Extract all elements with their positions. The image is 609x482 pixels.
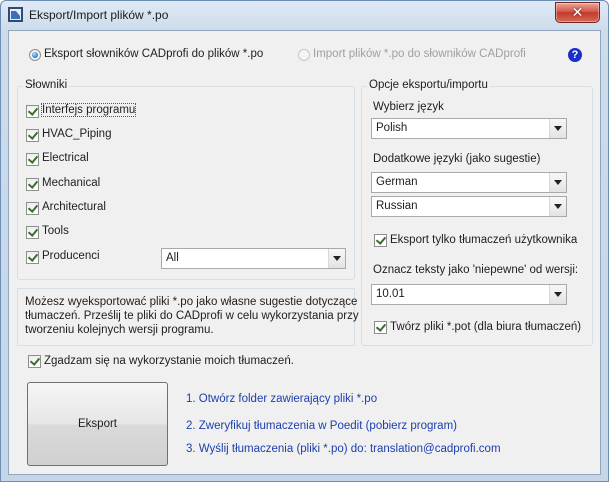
options-group-title: Opcje eksportu/importu [367,79,490,91]
close-button[interactable]: ✕ [555,2,600,23]
export-mode-label[interactable]: Eksport słowników CADprofi do plików *.p… [44,48,263,60]
pot-label[interactable]: Twórz pliki *.pot (dla biura tłumaczeń) [390,321,581,333]
version-select[interactable]: 10.01 [371,284,567,305]
extra-languages-label: Dodatkowe języki (jako sugestie) [373,153,541,165]
language-label: Wybierz język [373,101,444,113]
extra-language-2-select[interactable]: Russian [371,196,567,217]
poedit-link[interactable]: 2. Zweryfikuj tłumaczenia w Poedit (pobi… [186,420,457,432]
language-select-value: Polish [376,122,408,134]
dict-checkbox-electrical[interactable] [26,153,39,166]
dictionaries-group-title: Słowniki [23,79,70,91]
export-button[interactable]: Eksport [27,382,168,466]
agree-label[interactable]: Zgadzam się na wykorzystanie moich tłuma… [44,355,294,367]
dict-label-producers[interactable]: Producenci [42,250,100,262]
dict-label-electrical[interactable]: Electrical [42,152,89,164]
window-title: Eksport/Import plików *.po [29,8,169,22]
import-mode-label[interactable]: Import plików *.po do słowników CADprofi [313,48,526,60]
only-user-label[interactable]: Eksport tylko tłumaczeń użytkownika [390,234,577,246]
dict-label-mechanical[interactable]: Mechanical [42,177,100,189]
dict-checkbox-interface[interactable] [26,105,39,118]
send-translations-link[interactable]: 3. Wyślij tłumaczenia (pliki *.po) do: t… [186,443,501,455]
import-mode-radio[interactable] [298,49,310,61]
extra-language-1-value: German [376,176,418,188]
chevron-down-icon[interactable] [549,285,566,304]
dialog-window: Eksport/Import plików *.po ✕ Eksport sło… [0,0,609,482]
language-select[interactable]: Polish [371,118,567,139]
producers-select-value: All [166,252,179,264]
chevron-down-icon[interactable] [549,197,566,216]
help-icon[interactable]: ? [568,48,582,62]
open-folder-link[interactable]: 1. Otwórz folder zawierający pliki *.po [186,393,377,405]
info-line-3: tworzeniu kolejnych wersji programu. [25,324,214,336]
dialog-client-area: Eksport słowników CADprofi do plików *.p… [8,30,601,475]
dict-checkbox-mechanical[interactable] [26,178,39,191]
app-icon [8,7,23,22]
extra-language-1-select[interactable]: German [371,172,567,193]
info-line-2: tłumaczeń. Prześlij te pliki do CADprofi… [25,310,359,322]
dict-checkbox-producers[interactable] [26,251,39,264]
only-user-checkbox[interactable] [374,234,387,247]
dict-label-interface[interactable]: Interfejs programu [40,103,137,117]
dict-checkbox-hvac[interactable] [26,129,39,142]
dict-label-architectural[interactable]: Architectural [42,201,106,213]
chevron-down-icon[interactable] [549,119,566,138]
dict-checkbox-architectural[interactable] [26,202,39,215]
chevron-down-icon[interactable] [328,249,345,268]
close-icon: ✕ [571,4,584,20]
version-select-value: 10.01 [376,288,405,300]
pot-checkbox[interactable] [374,321,387,334]
dict-label-hvac[interactable]: HVAC_Piping [42,128,111,140]
producers-select[interactable]: All [161,248,346,269]
chevron-down-icon[interactable] [549,173,566,192]
uncertain-version-label: Oznacz teksty jako 'niepewne' od wersji: [373,264,579,276]
title-bar[interactable]: Eksport/Import plików *.po ✕ [1,1,608,29]
info-line-1: Możesz wyeksportować pliki *.po jako wła… [25,296,358,308]
agree-checkbox[interactable] [28,355,41,368]
extra-language-2-value: Russian [376,200,418,212]
export-mode-radio[interactable] [29,49,41,61]
dict-label-tools[interactable]: Tools [42,225,69,237]
dict-checkbox-tools[interactable] [26,226,39,239]
